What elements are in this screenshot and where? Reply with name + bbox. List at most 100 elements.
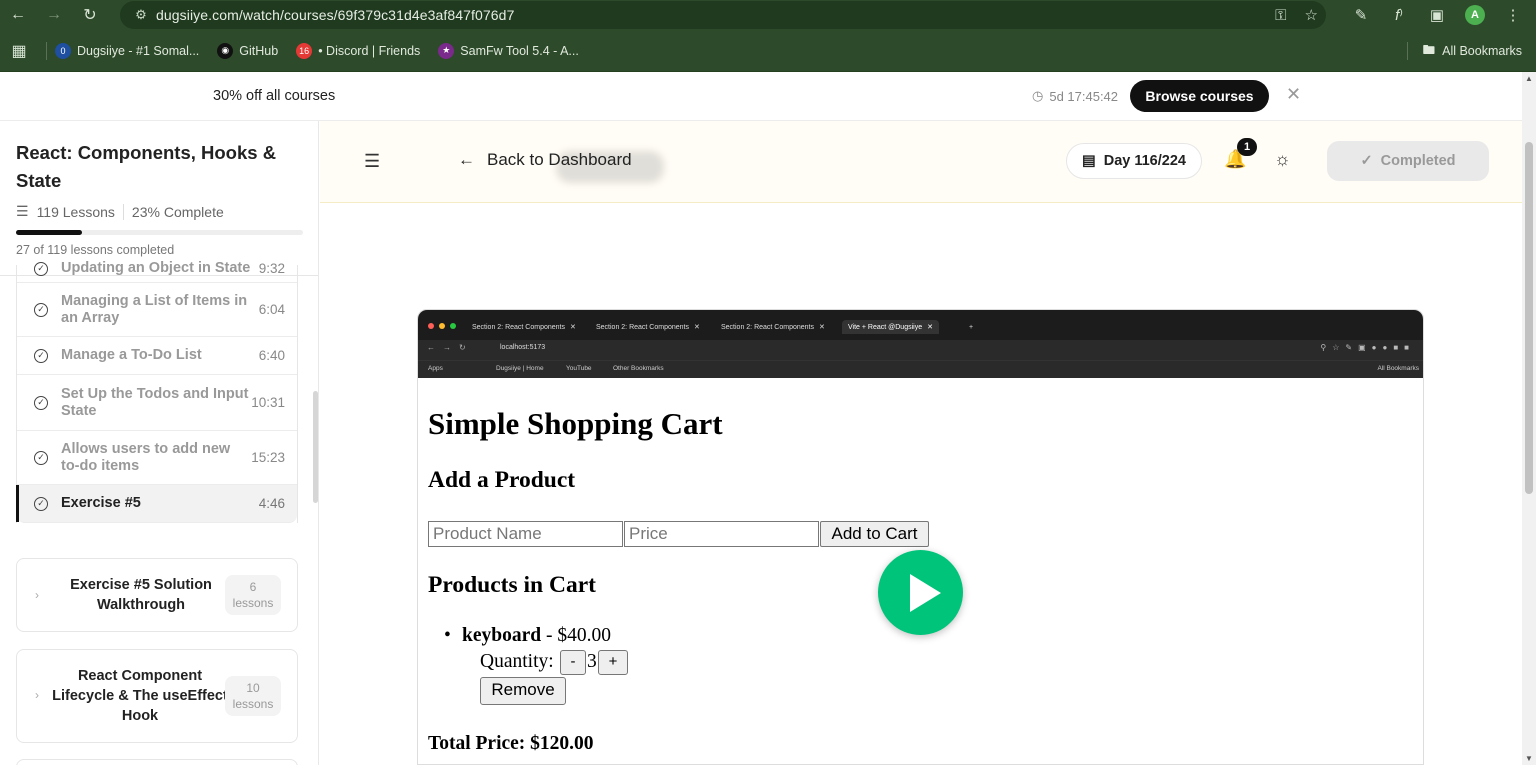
window-controls [428,323,456,329]
divider [1406,42,1408,60]
video-bookmark: All Bookmarks [1377,365,1419,372]
lesson-title: Exercise #5 [61,495,141,511]
all-bookmarks[interactable]: 🖿 All Bookmarks [1406,30,1522,72]
lesson-title: Manage a To-Do List [61,347,202,363]
percent-complete: 23% Complete [131,203,224,220]
section-title: React Component Lifecycle & The useEffec… [52,668,228,724]
video-bookmark: Dugsiiye | Home [496,365,544,372]
back-label: Back to Dashboard [487,150,632,169]
timer-text: 5d 17:45:42 [1049,88,1119,104]
completed-label: Completed [1380,153,1456,169]
arrow-left-icon: ← [458,150,475,169]
progress-fill [16,230,82,235]
day-progress-pill[interactable]: ▤ Day 116/224 [1066,143,1202,179]
site-info-icon[interactable]: ⚙ [126,7,156,23]
promo-banner: 30% off all courses ◷ 5d 17:45:42 Browse… [0,72,1522,121]
back-arrow-icon[interactable]: ← [0,0,36,30]
sun-theme-icon[interactable]: ☼ [1274,149,1291,170]
lesson-item[interactable]: ✓ Set Up the Todos and Input State 10:31 [17,375,297,431]
new-tab-icon: + [969,323,974,331]
reload-icon[interactable]: ↻ [72,0,108,30]
discord-icon: 16 [296,42,313,59]
close-icon: ✕ [819,324,825,331]
extensions-puzzle-icon[interactable]: ▣ [1420,0,1454,30]
section-exercise-5-solution[interactable]: › Exercise #5 Solution Walkthrough 6 les… [16,558,298,632]
video-tab: Section 2: React Components ✕ [721,320,825,334]
back-to-dashboard-link[interactable]: ← Back to Dashboard [458,150,632,170]
browse-courses-button[interactable]: Browse courses [1130,80,1269,112]
lesson-item[interactable]: ✓ Manage a To-Do List 6:40 [17,337,297,375]
lesson-duration: 4:46 [258,496,285,511]
day-label: Day 116/224 [1103,153,1186,169]
product-name-input: Product Name [428,521,623,547]
lesson-title: Allows users to add new to-do items [61,440,231,474]
price-input: Price [624,521,819,547]
video-bookmarks-bar: Apps Dugsiiye | Home YouTube Other Bookm… [418,360,1423,378]
bookmark-dugsiiye[interactable]: 0 Dugsiiye - #1 Somal... [55,42,199,59]
lesson-duration: 6:04 [258,302,285,317]
completed-button[interactable]: ✓ Completed [1327,141,1489,181]
dugsiiye-favicon-icon: 0 [55,42,71,59]
function-extension-icon[interactable]: f ⁾ [1382,0,1416,30]
promo-text: 30% off all courses [213,88,336,104]
lesson-item[interactable]: ✓ Managing a List of Items in an Array 6… [17,283,297,337]
bookmark-star-icon[interactable]: ☆ [1305,6,1318,24]
lesson-item-active[interactable]: ✓ Exercise #5 4:46 [16,485,297,523]
video-tab: Section 2: React Components ✕ [596,320,700,334]
close-icon[interactable]: ✕ [1286,84,1301,105]
apps-grid-icon[interactable]: ▦ [0,41,38,61]
lesson-title: Updating an Object in State [61,260,251,276]
close-icon: ✕ [927,324,933,331]
maximize-dot [450,323,456,329]
lesson-duration: 9:32 [258,261,285,276]
bookmark-label: GitHub [239,43,279,58]
forward-arrow-icon[interactable]: → [36,0,72,30]
all-bookmarks-label: All Bookmarks [1442,44,1522,58]
address-bar[interactable]: ⚙ dugsiiye.com/watch/courses/69f379c31d4… [120,1,1326,29]
video-browser-tabs: Section 2: React Components ✕ Section 2: … [418,310,1423,340]
video-player[interactable]: Section 2: React Components ✕ Section 2: … [417,309,1424,765]
browser-toolbar: ← → ↻ ⚙ dugsiiye.com/watch/courses/69f37… [0,0,1536,30]
pen-extension-icon[interactable]: ✎ [1344,0,1378,30]
minimize-dot [439,323,445,329]
item-price: - $40.00 [541,625,611,646]
play-triangle [910,574,941,612]
video-tab: Section 2: React Components ✕ [472,320,576,334]
check-circle-icon: ✓ [34,395,48,410]
lesson-duration: 10:31 [251,395,285,410]
github-icon: ◉ [217,42,234,59]
scrollbar-thumb[interactable] [1525,142,1533,494]
profile-avatar[interactable]: A [1458,0,1492,30]
video-bookmark: YouTube [566,365,592,372]
course-progress-bar [16,230,303,235]
divider [122,203,124,220]
page-scrollbar[interactable]: ▲ ▼ [1522,72,1536,765]
section-react-lifecycle[interactable]: › React Component Lifecycle & The useEff… [16,649,298,743]
play-icon[interactable] [878,550,963,635]
badge-count: 6 [249,580,257,594]
key-icon[interactable]: ⚿ [1275,7,1286,24]
lesson-header: ☰ ← Back to Dashboard ▤ Day 116/224 🔔 1 … [320,121,1522,203]
video-address-bar: ←→↻ localhost:5173 ⚲☆✎▣●●■■ [418,340,1423,360]
menu-kebab-icon[interactable]: ⋮ [1496,0,1530,30]
section-next[interactable] [16,759,298,765]
url-text[interactable]: dugsiiye.com/watch/courses/69f379c31d4e3… [156,7,514,23]
bookmark-samfw[interactable]: ★ SamFw Tool 5.4 - A... [438,42,579,59]
lesson-item[interactable]: ✓ Allows users to add new to-do items 15… [17,431,297,485]
lesson-title: Set Up the Todos and Input State [61,385,249,419]
scroll-down-arrow-icon[interactable]: ▼ [1525,754,1533,763]
bookmark-github[interactable]: ◉ GitHub [217,42,279,59]
list-menu-icon[interactable]: ☰ [364,151,380,172]
sidebar-scrollbar[interactable] [313,391,318,503]
divider [46,41,47,60]
close-icon: ✕ [694,324,700,331]
map-icon: ▤ [1082,153,1096,169]
lesson-item[interactable]: ✓ Updating an Object in State 9:32 [17,255,297,283]
bookmark-discord[interactable]: 16 • Discord | Friends [296,42,420,59]
badge-unit: lessons [232,596,274,610]
scroll-up-arrow-icon[interactable]: ▲ [1525,74,1533,83]
increment-button: + [598,650,628,675]
video-url: localhost:5173 [500,344,546,351]
check-circle-icon: ✓ [34,348,48,363]
clock-icon: ◷ [1032,88,1044,103]
